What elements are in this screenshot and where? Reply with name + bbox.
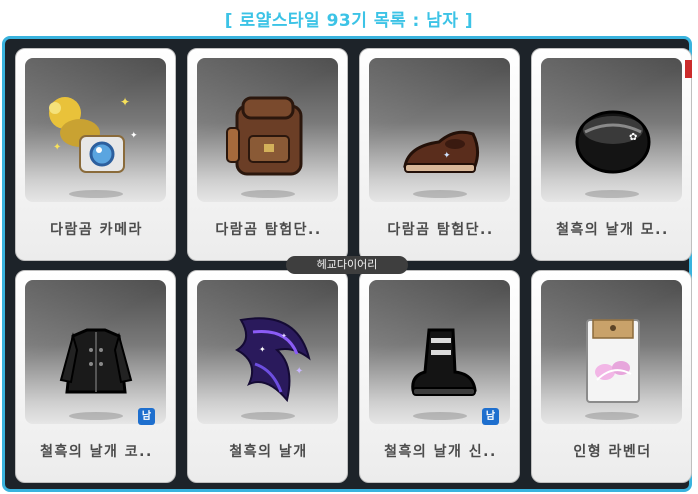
svg-text:✦: ✦ bbox=[443, 151, 451, 161]
watermark-label: 헤교다이어리 bbox=[286, 256, 408, 274]
edge-marker bbox=[685, 60, 692, 78]
item-card[interactable]: ✦ ✦ ✦ 철흑의 날개 bbox=[187, 270, 348, 483]
item-card[interactable]: 인형 라벤더 bbox=[531, 270, 692, 483]
item-card[interactable]: 다람곰 탐험단.. bbox=[187, 48, 348, 261]
wing-effect-icon: ✦ ✦ ✦ bbox=[235, 317, 311, 403]
backpack-icon bbox=[226, 96, 303, 176]
item-shadow bbox=[413, 412, 467, 420]
item-art bbox=[197, 58, 338, 202]
gender-badge: 남 bbox=[482, 408, 499, 425]
item-shadow bbox=[585, 190, 639, 198]
item-name: 다람곰 카메라 bbox=[50, 222, 143, 238]
item-name: 철흑의 날개 모.. bbox=[556, 222, 669, 238]
item-card[interactable]: ✿ 철흑의 날개 모.. bbox=[531, 48, 692, 261]
svg-text:✿: ✿ bbox=[629, 132, 637, 143]
item-art: ✿ bbox=[541, 58, 682, 202]
item-shadow bbox=[69, 190, 123, 198]
coat-icon bbox=[59, 328, 133, 394]
gender-badge: 남 bbox=[138, 408, 155, 425]
item-shadow bbox=[413, 190, 467, 198]
item-art: ✦ bbox=[369, 58, 510, 202]
item-name: 철흑의 날개 코.. bbox=[40, 444, 153, 460]
item-name: 철흑의 날개 bbox=[229, 444, 308, 460]
item-name: 인형 라벤더 bbox=[573, 444, 652, 460]
item-shadow bbox=[69, 412, 123, 420]
item-card[interactable]: ✦ ✦ ✦ 다람곰 카메라 bbox=[15, 48, 176, 261]
boots-icon bbox=[411, 328, 477, 396]
hat-icon: ✿ bbox=[575, 110, 651, 174]
svg-text:✦: ✦ bbox=[281, 332, 287, 340]
item-name: 다람곰 탐험단.. bbox=[387, 222, 494, 238]
doll-package-icon bbox=[586, 319, 640, 403]
svg-text:✦: ✦ bbox=[120, 95, 130, 109]
svg-text:✦: ✦ bbox=[259, 345, 266, 354]
item-art: ✦ ✦ ✦ bbox=[25, 58, 166, 202]
item-name: 철흑의 날개 신.. bbox=[384, 444, 497, 460]
item-name: 다람곰 탐험단.. bbox=[215, 222, 322, 238]
svg-text:✦: ✦ bbox=[295, 366, 303, 377]
page-title: [ 로얄스타일 93기 목록 : 남자 ] bbox=[224, 11, 474, 31]
svg-text:✦: ✦ bbox=[130, 131, 138, 141]
item-art bbox=[541, 280, 682, 424]
item-shadow bbox=[241, 190, 295, 198]
shoes-icon: ✦ bbox=[403, 130, 480, 173]
item-art bbox=[369, 280, 510, 424]
squirrel-camera-icon: ✦ ✦ ✦ bbox=[49, 95, 138, 173]
item-card[interactable]: 남 철흑의 날개 신.. bbox=[359, 270, 520, 483]
item-art: ✦ ✦ ✦ bbox=[197, 280, 338, 424]
svg-text:✦: ✦ bbox=[53, 142, 61, 153]
item-card[interactable]: ✦ 다람곰 탐험단.. bbox=[359, 48, 520, 261]
item-card[interactable]: 남 철흑의 날개 코.. bbox=[15, 270, 176, 483]
item-art bbox=[25, 280, 166, 424]
item-shadow bbox=[585, 412, 639, 420]
item-shadow bbox=[241, 412, 295, 420]
